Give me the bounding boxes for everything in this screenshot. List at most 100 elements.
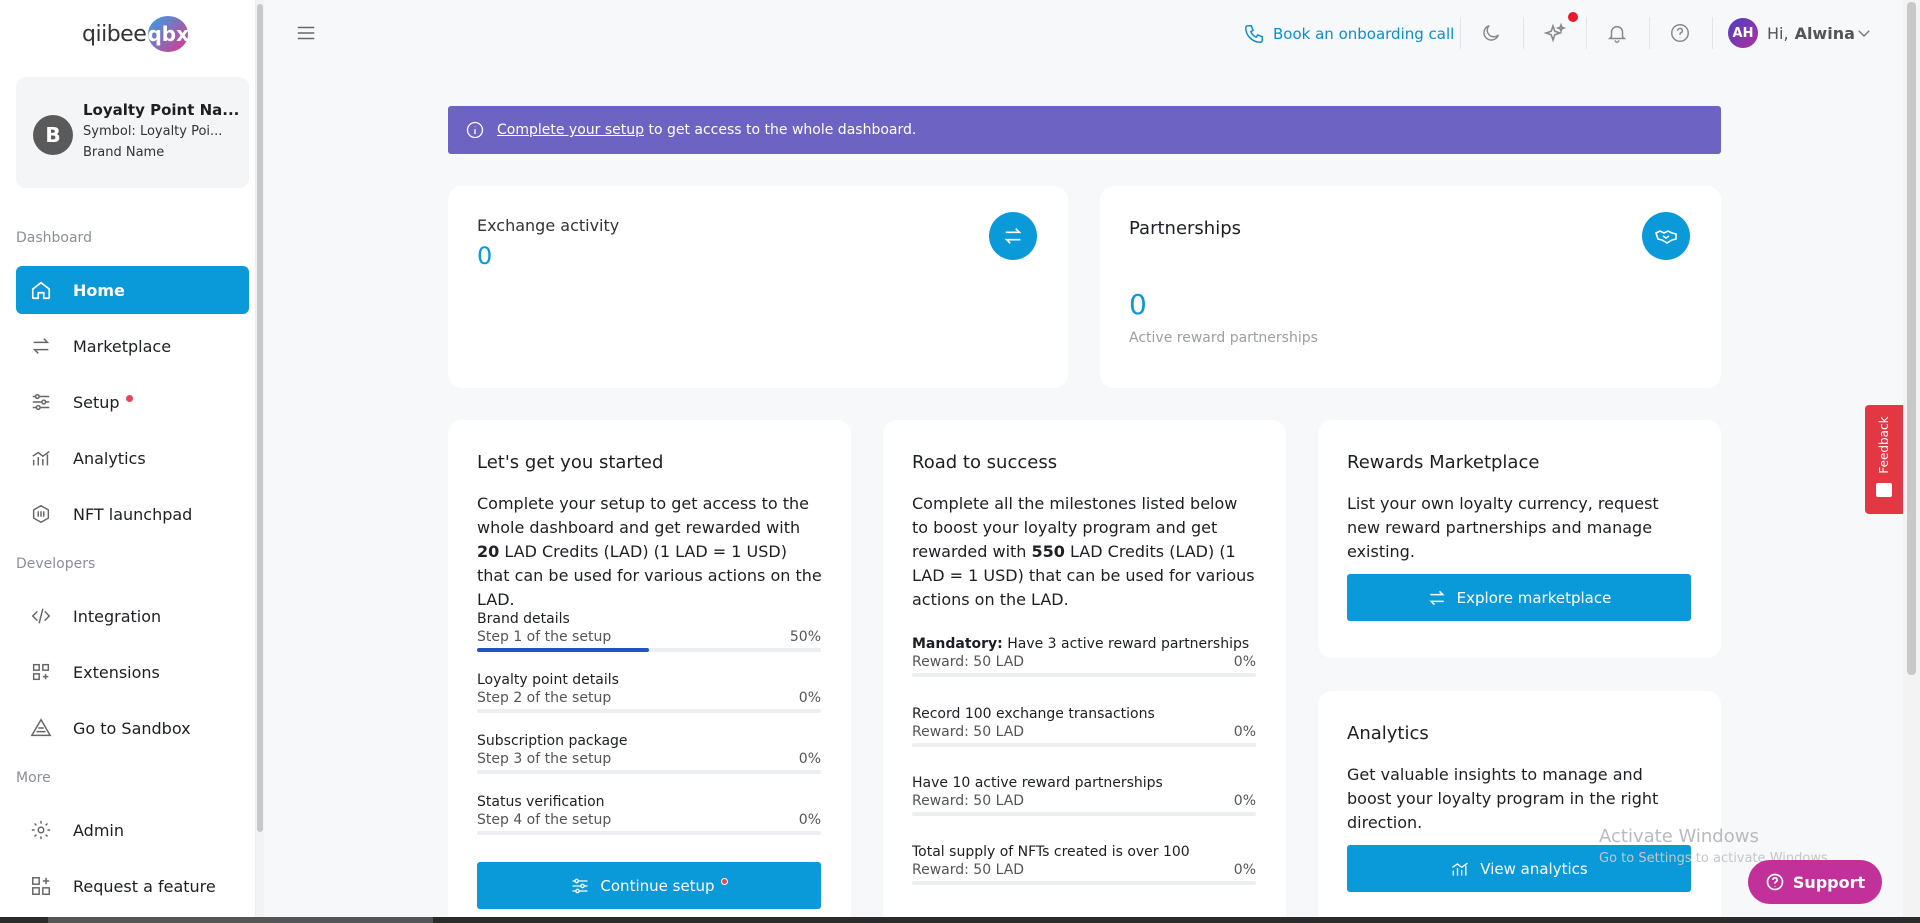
milestone[interactable]: Record 100 exchange transactions Reward:… (912, 706, 1256, 747)
support-button[interactable]: Support (1748, 860, 1882, 904)
header-divider (1523, 17, 1524, 49)
sidebar-item-label: Setup (73, 392, 120, 412)
sidebar-item-admin[interactable]: Admin (16, 806, 249, 854)
milestone-reward: Reward: 50 LAD (912, 793, 1025, 809)
sidebar-item-marketplace[interactable]: Marketplace (16, 322, 249, 370)
partnerships-button[interactable] (1642, 212, 1690, 260)
help-icon[interactable] (1669, 22, 1693, 46)
taskbar (0, 917, 1920, 923)
partnerships-title: Partnerships (1129, 218, 1242, 239)
user-menu[interactable]: AH Hi, Alwina (1728, 18, 1873, 48)
step-title: Loyalty point details (477, 672, 619, 688)
support-label: Support (1792, 872, 1866, 892)
sidebar-item-label: Extensions (73, 662, 160, 682)
setup-step[interactable]: Status verification Step 4 of the setup 0… (477, 794, 821, 835)
partnerships-caption: Active reward partnerships (1129, 330, 1318, 346)
sidebar-item-label: Marketplace (73, 336, 172, 356)
complete-setup-link[interactable]: Complete your setup (497, 122, 644, 138)
milestone[interactable]: Mandatory: Have 3 active reward partners… (912, 636, 1256, 677)
brand-subtitle: Brand Name (83, 145, 165, 160)
setup-step[interactable]: Subscription package Step 3 of the setup… (477, 733, 821, 774)
get-started-card: Let's get you started Complete your setu… (448, 420, 851, 923)
step-subtitle: Step 4 of the setup (477, 812, 612, 828)
sidebar-item-integration[interactable]: Integration (16, 592, 249, 640)
sliders-icon (30, 391, 52, 413)
milestone-progress-bar (912, 812, 1256, 816)
main-scrollbar-thumb[interactable] (1907, 2, 1916, 675)
activate-windows-title: Activate Windows (1599, 826, 1759, 847)
sandbox-icon (30, 717, 52, 739)
brand-avatar: B (33, 115, 73, 155)
milestone-reward: Reward: 50 LAD (912, 724, 1025, 740)
setup-banner: Complete your setup to get access to the… (448, 106, 1721, 154)
step-title: Brand details (477, 611, 570, 627)
milestone-text: Have 3 active reward partnerships (1002, 636, 1250, 652)
sidebar-item-nft-launchpad[interactable]: NFT launchpad (16, 490, 249, 538)
sidebar-item-analytics[interactable]: Analytics (16, 434, 249, 482)
gear-icon (30, 819, 52, 841)
milestone-title: Have 10 active reward partnerships (912, 775, 1163, 791)
moon-icon[interactable] (1480, 22, 1504, 46)
menu-icon[interactable] (295, 22, 317, 44)
rewards-marketplace-card: Rewards Marketplace List your own loyalt… (1318, 420, 1721, 658)
get-started-text: Complete your setup to get access to the… (477, 492, 822, 612)
sidebar-item-extensions[interactable]: Extensions (16, 648, 249, 696)
feedback-label: Feedback (1877, 416, 1891, 474)
rewards-text: List your own loyalty currency, request … (1347, 494, 1659, 561)
road-reward: 550 (1031, 542, 1065, 561)
analytics-card: Analytics Get valuable insights to manag… (1318, 691, 1721, 923)
setup-alert-dot (720, 878, 728, 885)
get-started-text-post: LAD Credits (LAD) (1 LAD = 1 USD) that c… (477, 542, 822, 609)
road-to-success-card: Road to success Complete all the milesto… (883, 420, 1286, 923)
sparkle-icon[interactable] (1543, 22, 1567, 46)
feedback-tab[interactable]: Feedback (1865, 405, 1903, 514)
sidebar-scrollbar[interactable] (256, 0, 264, 923)
user-name: Alwina (1794, 23, 1855, 43)
brand-symbol: Symbol: Loyalty Poi... (83, 124, 223, 139)
info-icon (465, 120, 485, 140)
book-onboarding-call-link[interactable]: Book an onboarding call (1243, 18, 1454, 50)
sidebar-item-sandbox[interactable]: Go to Sandbox (16, 704, 249, 752)
setup-step[interactable]: Loyalty point details Step 2 of the setu… (477, 672, 821, 713)
bell-icon[interactable] (1606, 22, 1630, 46)
step-title: Status verification (477, 794, 605, 810)
milestone-reward: Reward: 50 LAD (912, 862, 1025, 878)
taskbar-segment (48, 917, 433, 923)
main-scrollbar[interactable] (1903, 0, 1920, 923)
sidebar-item-label: Admin (73, 820, 124, 840)
header-divider (1586, 17, 1587, 49)
milestone-progress-bar (912, 881, 1256, 885)
logo-mark: qbx (147, 16, 189, 52)
explore-marketplace-button[interactable]: Explore marketplace (1347, 574, 1691, 621)
milestone[interactable]: Have 10 active reward partnerships Rewar… (912, 775, 1256, 816)
road-text: Complete all the milestones listed below… (912, 492, 1257, 612)
milestone-title: Total supply of NFTs created is over 100 (912, 844, 1190, 860)
continue-setup-button[interactable]: Continue setup (477, 862, 821, 909)
milestone-percent: 0% (1233, 862, 1256, 878)
milestone-progress-bar (912, 743, 1256, 747)
step-progress-bar (477, 709, 821, 713)
section-label-developers: Developers (16, 556, 96, 572)
milestone-title: Mandatory: Have 3 active reward partners… (912, 636, 1256, 652)
sidebar: qiibee qbx B Loyalty Point Na... Symbol:… (0, 0, 256, 923)
sidebar-item-request-feature[interactable]: Request a feature (16, 862, 249, 910)
setup-step[interactable]: Brand details Step 1 of the setup 50% (477, 611, 821, 652)
chart-icon (30, 447, 52, 469)
avatar: AH (1728, 18, 1758, 48)
logo[interactable]: qiibee qbx (82, 16, 189, 52)
milestone[interactable]: Total supply of NFTs created is over 100… (912, 844, 1256, 885)
handshake-icon (1654, 224, 1678, 248)
chevron-down-icon (1855, 24, 1873, 42)
exchange-title: Exchange activity (477, 216, 620, 235)
explore-marketplace-label: Explore marketplace (1456, 588, 1612, 607)
swap-icon (30, 335, 52, 357)
exchange-button[interactable] (989, 212, 1037, 260)
sidebar-item-home[interactable]: Home (16, 266, 249, 314)
sidebar-item-label: Go to Sandbox (73, 718, 191, 738)
partnerships-value: 0 (1129, 288, 1147, 321)
banner-text: to get access to the whole dashboard. (644, 122, 917, 138)
brand-card[interactable]: B Loyalty Point Na... Symbol: Loyalty Po… (16, 77, 249, 188)
sidebar-item-setup[interactable]: Setup (16, 378, 249, 426)
sidebar-scrollbar-thumb[interactable] (257, 4, 263, 832)
home-icon (30, 279, 52, 301)
